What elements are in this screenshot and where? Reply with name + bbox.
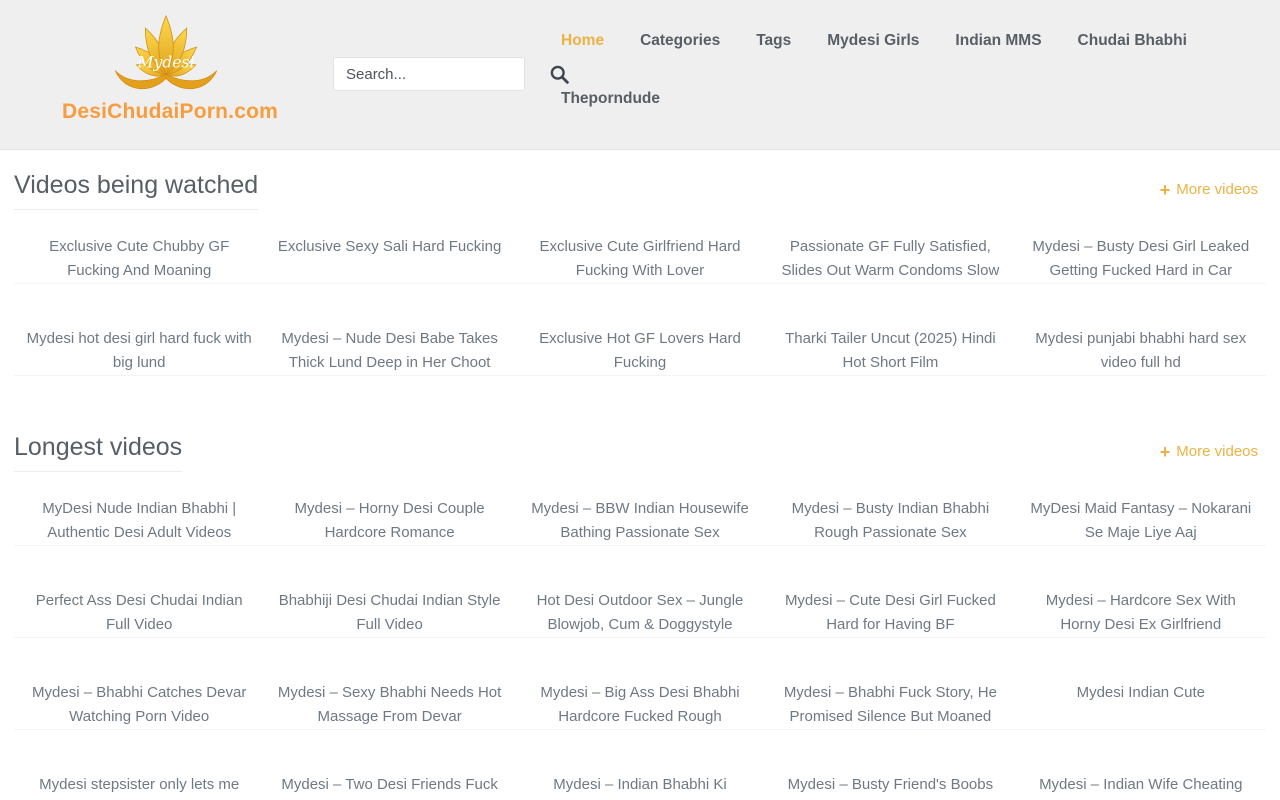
video-title-link[interactable]: Mydesi – Horny Desi Couple Hardcore Roma…	[264, 497, 514, 546]
more-videos-label: More videos	[1176, 180, 1258, 200]
video-title-link[interactable]: Mydesi – Indian Bhabhi Ki Zabardast Chud…	[515, 773, 765, 800]
video-title-link[interactable]: Bhabhiji Desi Chudai Indian Style Full V…	[264, 589, 514, 638]
video-title-link[interactable]: MyDesi Nude Indian Bhabhi | Authentic De…	[14, 497, 264, 546]
nav-item: Mydesi Girls	[827, 30, 919, 52]
site-logo[interactable]: Mydesi DesiChudaiPorn.com	[62, 12, 270, 124]
video-grid: Exclusive Cute Chubby GF Fucking And Moa…	[14, 235, 1266, 376]
nav-item: Categories	[640, 30, 720, 52]
nav-link-chudai-bhabhi[interactable]: Chudai Bhabhi	[1078, 32, 1187, 49]
section-header: Videos being watched + More videos	[14, 170, 1266, 210]
logo-script-text: Mydesi	[136, 53, 194, 72]
video-title-link[interactable]: Mydesi – Busty Indian Bhabhi Rough Passi…	[765, 497, 1015, 546]
video-title-link[interactable]: Mydesi – Nude Desi Babe Takes Thick Lund…	[264, 327, 514, 376]
video-title-link[interactable]: Mydesi – Cute Desi Girl Fucked Hard for …	[765, 589, 1015, 638]
section-title: Longest videos	[14, 432, 182, 472]
video-title-link[interactable]: Tharki Tailer Uncut (2025) Hindi Hot Sho…	[765, 327, 1015, 376]
video-title-link[interactable]: Mydesi – Busty Desi Girl Leaked Getting …	[1016, 235, 1266, 284]
nav-item: Indian MMS	[955, 30, 1041, 52]
video-title-link[interactable]: Mydesi – BBW Indian Housewife Bathing Pa…	[515, 497, 765, 546]
video-title-link[interactable]: Exclusive Cute Chubby GF Fucking And Moa…	[14, 235, 264, 284]
nav-item: Home	[561, 30, 604, 52]
video-title-link[interactable]: Mydesi – Hardcore Sex With Horny Desi Ex…	[1016, 589, 1266, 638]
nav-link-categories[interactable]: Categories	[640, 32, 720, 49]
video-title-link[interactable]: Mydesi – Indian Wife Cheating with Neigh…	[1016, 773, 1266, 800]
video-title-link[interactable]: Mydesi punjabi bhabhi hard sex video ful…	[1016, 327, 1266, 376]
video-title-link[interactable]: Mydesi Indian Cute	[1016, 681, 1266, 730]
nav-link-home[interactable]: Home	[561, 32, 604, 49]
nav-item: Tags	[756, 30, 791, 52]
nav-link-theporndude[interactable]: Theporndude	[561, 90, 660, 107]
lotus-icon: Mydesi	[107, 12, 225, 98]
plus-icon: +	[1160, 181, 1171, 199]
video-title-link[interactable]: Mydesi stepsister only lets me touch but…	[14, 773, 264, 800]
nav-link-tags[interactable]: Tags	[756, 32, 791, 49]
video-title-link[interactable]: Exclusive Sexy Sali Hard Fucking	[264, 235, 514, 284]
nav-item: Theporndude	[561, 88, 660, 110]
section-header: Longest videos + More videos	[14, 432, 1266, 472]
video-title-link[interactable]: Mydesi hot desi girl hard fuck with big …	[14, 327, 264, 376]
more-videos-link[interactable]: + More videos	[1160, 442, 1258, 462]
main-nav: Home Categories Tags Mydesi Girls Indian MMS…	[561, 30, 1221, 110]
plus-icon: +	[1160, 443, 1171, 461]
video-grid: MyDesi Nude Indian Bhabhi | Authentic De…	[14, 497, 1266, 800]
video-title-link[interactable]: MyDesi Maid Fantasy – Nokarani Se Maje L…	[1016, 497, 1266, 546]
search-input[interactable]	[334, 66, 545, 83]
nav-link-indian-mms[interactable]: Indian MMS	[955, 32, 1041, 49]
video-title-link[interactable]: Perfect Ass Desi Chudai Indian Full Vide…	[14, 589, 264, 638]
site-name: DesiChudaiPorn.com	[62, 100, 270, 124]
search-box	[333, 57, 525, 91]
video-title-link[interactable]: Mydesi – Sexy Bhabhi Needs Hot Massage F…	[264, 681, 514, 730]
video-title-link[interactable]: Mydesi – Busty Friend's Boobs and Body T…	[765, 773, 1015, 800]
nav-item: Chudai Bhabhi	[1078, 30, 1187, 52]
video-title-link[interactable]: Mydesi – Bhabhi Catches Devar Watching P…	[14, 681, 264, 730]
more-videos-link[interactable]: + More videos	[1160, 180, 1258, 200]
video-title-link[interactable]: Passionate GF Fully Satisfied, Slides Ou…	[765, 235, 1015, 284]
site-header: Mydesi DesiChudaiPorn.com Home Categories…	[0, 0, 1280, 150]
video-title-link[interactable]: Exclusive Cute Girlfriend Hard Fucking W…	[515, 235, 765, 284]
video-title-link[interactable]: Hot Desi Outdoor Sex – Jungle Blowjob, C…	[515, 589, 765, 638]
video-title-link[interactable]: Exclusive Hot GF Lovers Hard Fucking	[515, 327, 765, 376]
section-title: Videos being watched	[14, 170, 258, 210]
more-videos-label: More videos	[1176, 442, 1258, 462]
video-title-link[interactable]: Mydesi – Big Ass Desi Bhabhi Hardcore Fu…	[515, 681, 765, 730]
nav-list: Home Categories Tags Mydesi Girls Indian MMS…	[561, 30, 1221, 110]
nav-link-mydesi-girls[interactable]: Mydesi Girls	[827, 32, 919, 49]
section-longest-videos: Longest videos + More videos MyDesi Nude…	[14, 432, 1266, 800]
video-title-link[interactable]: Mydesi – Two Desi Friends Fuck Horny Mai…	[264, 773, 514, 800]
main-content: Videos being watched + More videos Exclu…	[0, 170, 1280, 800]
section-videos-being-watched: Videos being watched + More videos Exclu…	[14, 170, 1266, 376]
video-title-link[interactable]: Mydesi – Bhabhi Fuck Story, He Promised …	[765, 681, 1015, 730]
